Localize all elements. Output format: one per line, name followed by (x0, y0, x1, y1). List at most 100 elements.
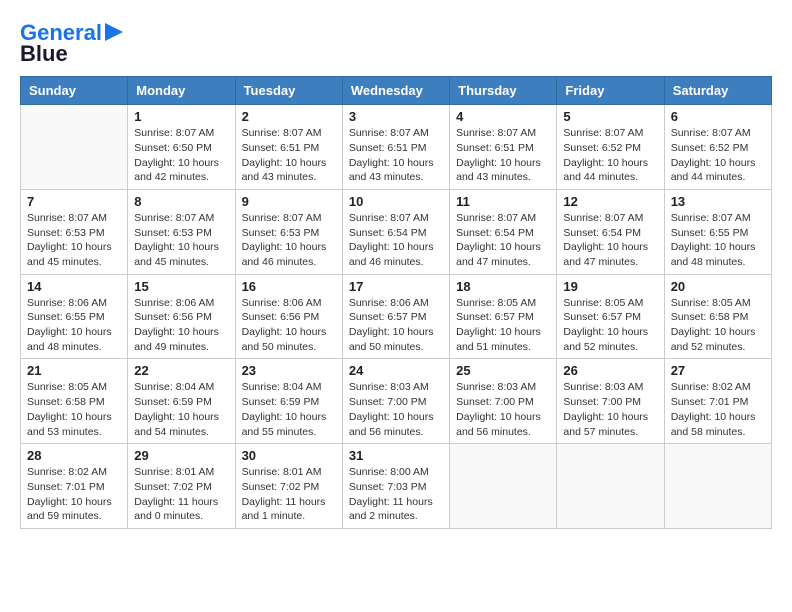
calendar-cell: 6Sunrise: 8:07 AM Sunset: 6:52 PM Daylig… (664, 105, 771, 190)
day-info: Sunrise: 8:07 AM Sunset: 6:51 PM Dayligh… (349, 126, 443, 185)
day-number: 19 (563, 279, 657, 294)
calendar-cell: 20 Sunrise: 8:05 AM Sunset: 6:58 PM Dayli… (664, 274, 771, 359)
calendar-cell: 15 Sunrise: 8:06 AM Sunset: 6:56 PM Dayli… (128, 274, 235, 359)
calendar-cell: 21 Sunrise: 8:05 AM Sunset: 6:58 PM Dayli… (21, 359, 128, 444)
calendar-cell (450, 444, 557, 529)
calendar-body: 1 Sunrise: 8:07 AM Sunset: 6:50 PM Daylig… (21, 105, 772, 529)
day-number: 31 (349, 448, 443, 463)
calendar-week-row: 7 Sunrise: 8:07 AM Sunset: 6:53 PM Daylig… (21, 189, 772, 274)
calendar-cell: 13 Sunrise: 8:07 AM Sunset: 6:55 PM Dayli… (664, 189, 771, 274)
calendar-cell: 24Sunrise: 8:03 AM Sunset: 7:00 PM Dayli… (342, 359, 449, 444)
calendar-cell (557, 444, 664, 529)
calendar-week-row: 14 Sunrise: 8:06 AM Sunset: 6:55 PM Dayli… (21, 274, 772, 359)
weekday-tuesday: Tuesday (235, 77, 342, 105)
calendar-cell: 22Sunrise: 8:04 AM Sunset: 6:59 PM Dayli… (128, 359, 235, 444)
day-number: 28 (27, 448, 121, 463)
day-info: Sunrise: 8:05 AM Sunset: 6:58 PM Dayligh… (27, 380, 121, 439)
day-number: 11 (456, 194, 550, 209)
day-number: 17 (349, 279, 443, 294)
day-number: 27 (671, 363, 765, 378)
calendar-cell: 16Sunrise: 8:06 AM Sunset: 6:56 PM Dayli… (235, 274, 342, 359)
day-info: Sunrise: 8:07 AM Sunset: 6:53 PM Dayligh… (134, 211, 228, 270)
day-number: 4 (456, 109, 550, 124)
day-info: Sunrise: 8:07 AM Sunset: 6:52 PM Dayligh… (563, 126, 657, 185)
day-number: 13 (671, 194, 765, 209)
calendar-cell: 19 Sunrise: 8:05 AM Sunset: 6:57 PM Dayli… (557, 274, 664, 359)
calendar-cell: 10Sunrise: 8:07 AM Sunset: 6:54 PM Dayli… (342, 189, 449, 274)
day-number: 25 (456, 363, 550, 378)
day-info: Sunrise: 8:03 AM Sunset: 7:00 PM Dayligh… (563, 380, 657, 439)
logo: General Blue (20, 20, 123, 66)
logo-text-blue: Blue (20, 42, 68, 66)
day-info: Sunrise: 8:00 AM Sunset: 7:03 PM Dayligh… (349, 465, 443, 524)
day-info: Sunrise: 8:07 AM Sunset: 6:55 PM Dayligh… (671, 211, 765, 270)
day-info: Sunrise: 8:03 AM Sunset: 7:00 PM Dayligh… (349, 380, 443, 439)
calendar-cell (664, 444, 771, 529)
day-number: 1 (134, 109, 228, 124)
day-number: 18 (456, 279, 550, 294)
day-info: Sunrise: 8:04 AM Sunset: 6:59 PM Dayligh… (242, 380, 336, 439)
day-number: 26 (563, 363, 657, 378)
day-info: Sunrise: 8:06 AM Sunset: 6:57 PM Dayligh… (349, 296, 443, 355)
day-info: Sunrise: 8:07 AM Sunset: 6:51 PM Dayligh… (242, 126, 336, 185)
calendar-cell: 23Sunrise: 8:04 AM Sunset: 6:59 PM Dayli… (235, 359, 342, 444)
day-number: 7 (27, 194, 121, 209)
weekday-wednesday: Wednesday (342, 77, 449, 105)
day-number: 2 (242, 109, 336, 124)
day-info: Sunrise: 8:01 AM Sunset: 7:02 PM Dayligh… (242, 465, 336, 524)
calendar-cell: 1 Sunrise: 8:07 AM Sunset: 6:50 PM Daylig… (128, 105, 235, 190)
day-info: Sunrise: 8:07 AM Sunset: 6:50 PM Dayligh… (134, 126, 228, 185)
day-info: Sunrise: 8:06 AM Sunset: 6:56 PM Dayligh… (242, 296, 336, 355)
weekday-header-row: SundayMondayTuesdayWednesdayThursdayFrid… (21, 77, 772, 105)
day-number: 29 (134, 448, 228, 463)
day-number: 3 (349, 109, 443, 124)
day-info: Sunrise: 8:05 AM Sunset: 6:58 PM Dayligh… (671, 296, 765, 355)
day-info: Sunrise: 8:05 AM Sunset: 6:57 PM Dayligh… (456, 296, 550, 355)
calendar-cell: 8Sunrise: 8:07 AM Sunset: 6:53 PM Daylig… (128, 189, 235, 274)
day-number: 30 (242, 448, 336, 463)
day-info: Sunrise: 8:06 AM Sunset: 6:56 PM Dayligh… (134, 296, 228, 355)
calendar-cell: 2 Sunrise: 8:07 AM Sunset: 6:51 PM Daylig… (235, 105, 342, 190)
day-number: 9 (242, 194, 336, 209)
day-info: Sunrise: 8:07 AM Sunset: 6:52 PM Dayligh… (671, 126, 765, 185)
logo-arrow-icon (105, 23, 123, 41)
calendar-cell: 17 Sunrise: 8:06 AM Sunset: 6:57 PM Dayli… (342, 274, 449, 359)
calendar-cell: 12Sunrise: 8:07 AM Sunset: 6:54 PM Dayli… (557, 189, 664, 274)
calendar-table: SundayMondayTuesdayWednesdayThursdayFrid… (20, 76, 772, 529)
day-info: Sunrise: 8:02 AM Sunset: 7:01 PM Dayligh… (671, 380, 765, 439)
day-number: 21 (27, 363, 121, 378)
day-info: Sunrise: 8:07 AM Sunset: 6:54 PM Dayligh… (349, 211, 443, 270)
calendar-cell: 29 Sunrise: 8:01 AM Sunset: 7:02 PM Dayli… (128, 444, 235, 529)
day-info: Sunrise: 8:07 AM Sunset: 6:51 PM Dayligh… (456, 126, 550, 185)
day-info: Sunrise: 8:03 AM Sunset: 7:00 PM Dayligh… (456, 380, 550, 439)
calendar-week-row: 21 Sunrise: 8:05 AM Sunset: 6:58 PM Dayli… (21, 359, 772, 444)
calendar-cell: 14 Sunrise: 8:06 AM Sunset: 6:55 PM Dayli… (21, 274, 128, 359)
calendar-cell: 11Sunrise: 8:07 AM Sunset: 6:54 PM Dayli… (450, 189, 557, 274)
calendar-cell: 31 Sunrise: 8:00 AM Sunset: 7:03 PM Dayli… (342, 444, 449, 529)
calendar-cell: 18 Sunrise: 8:05 AM Sunset: 6:57 PM Dayli… (450, 274, 557, 359)
day-number: 14 (27, 279, 121, 294)
calendar-header: SundayMondayTuesdayWednesdayThursdayFrid… (21, 77, 772, 105)
weekday-thursday: Thursday (450, 77, 557, 105)
day-number: 20 (671, 279, 765, 294)
day-number: 22 (134, 363, 228, 378)
day-info: Sunrise: 8:05 AM Sunset: 6:57 PM Dayligh… (563, 296, 657, 355)
calendar-cell: 3 Sunrise: 8:07 AM Sunset: 6:51 PM Daylig… (342, 105, 449, 190)
weekday-sunday: Sunday (21, 77, 128, 105)
calendar-cell: 9Sunrise: 8:07 AM Sunset: 6:53 PM Daylig… (235, 189, 342, 274)
calendar-cell: 27 Sunrise: 8:02 AM Sunset: 7:01 PM Dayli… (664, 359, 771, 444)
weekday-friday: Friday (557, 77, 664, 105)
day-info: Sunrise: 8:01 AM Sunset: 7:02 PM Dayligh… (134, 465, 228, 524)
calendar-cell: 4 Sunrise: 8:07 AM Sunset: 6:51 PM Daylig… (450, 105, 557, 190)
calendar-cell: 28Sunrise: 8:02 AM Sunset: 7:01 PM Dayli… (21, 444, 128, 529)
calendar-cell: 5Sunrise: 8:07 AM Sunset: 6:52 PM Daylig… (557, 105, 664, 190)
calendar-cell: 7Sunrise: 8:07 AM Sunset: 6:53 PM Daylig… (21, 189, 128, 274)
day-info: Sunrise: 8:06 AM Sunset: 6:55 PM Dayligh… (27, 296, 121, 355)
calendar-cell (21, 105, 128, 190)
day-number: 12 (563, 194, 657, 209)
weekday-saturday: Saturday (664, 77, 771, 105)
calendar-week-row: 28Sunrise: 8:02 AM Sunset: 7:01 PM Dayli… (21, 444, 772, 529)
calendar-cell: 30 Sunrise: 8:01 AM Sunset: 7:02 PM Dayli… (235, 444, 342, 529)
calendar-week-row: 1 Sunrise: 8:07 AM Sunset: 6:50 PM Daylig… (21, 105, 772, 190)
day-number: 15 (134, 279, 228, 294)
